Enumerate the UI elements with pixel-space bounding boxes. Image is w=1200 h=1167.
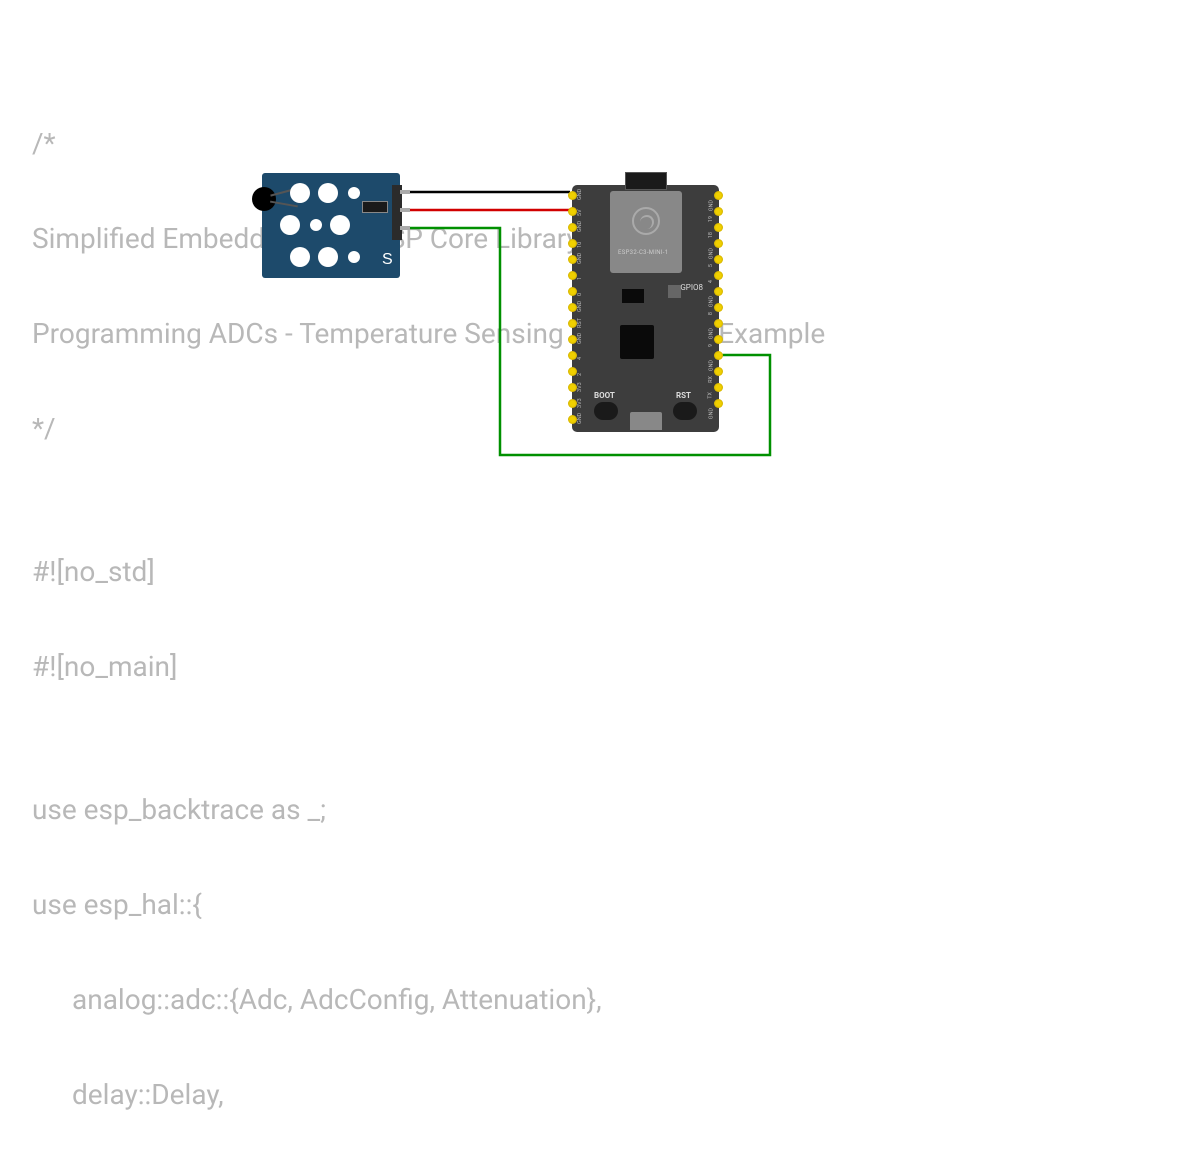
pin-label: GND [577,333,583,344]
pin-label: 8 [708,312,714,315]
code-line: use esp_backtrace as _; [32,786,825,834]
code-line: delay::Delay, [32,1071,825,1119]
header-pin-right [714,351,723,360]
header-pin-left [568,223,577,232]
code-line: #![no_std] [32,548,825,596]
pin-label: 10 [577,242,583,248]
header-pin-right [714,255,723,264]
code-line: /* [32,120,825,168]
mounting-hole [290,247,310,267]
pin-label: 1 [577,277,583,280]
esp-usb-chip [620,325,654,359]
rst-label: RST [676,391,691,400]
sensor-s-label: S [382,251,393,269]
sensor-pin-vcc [400,208,410,212]
pin-label: GND [577,301,583,312]
pin-label: 9 [708,344,714,347]
esp-antenna [625,172,667,190]
pin-label: 5 [708,264,714,267]
pin-label: RST [577,318,583,328]
header-pin-left [568,287,577,296]
esp-model-label: ESP32-C3-MINI-1 [618,249,668,256]
reset-button[interactable] [673,402,697,420]
mounting-hole [348,251,360,263]
header-pin-left [568,415,577,424]
pin-label: GND [577,221,583,232]
pin-label: GND [577,253,583,264]
pin-label: GND [708,408,714,419]
header-pin-left [568,383,577,392]
header-pin-right [714,191,723,200]
esp-regulator-chip [622,289,644,303]
header-pin-right [714,367,723,376]
pin-label: 4 [577,357,583,360]
pin-label: 2 [577,373,583,376]
pin-label: GND [577,189,583,200]
pin-label: GND [708,200,714,211]
boot-label: BOOT [594,391,615,400]
header-pin-right [714,207,723,216]
code-line: #![no_main] [32,643,825,691]
pin-label: 19 [708,216,714,222]
esp32-c3-devkit: ESP32-C3-MINI-1 GPIO8 BOOT RST GND 5V GND 1… [572,185,719,432]
header-pin-left [568,207,577,216]
header-pin-right [714,335,723,344]
micro-usb-port [630,412,662,430]
pin-label: 0 [577,293,583,296]
pin-label: 18 [708,232,714,238]
sensor-pin-signal [400,226,410,230]
header-pin-left [568,319,577,328]
pin-label: 4 [708,280,714,283]
boot-button[interactable] [594,402,618,420]
pin-label: GND [708,296,714,307]
pin-label: GND [708,360,714,371]
mounting-hole [310,219,322,231]
mounting-hole [348,187,360,199]
header-pin-left [568,399,577,408]
pin-label: RX [708,376,714,383]
header-pin-left [568,191,577,200]
header-pin-left [568,303,577,312]
header-pin-right [714,303,723,312]
pin-label: GND [708,248,714,259]
header-pin-left [568,255,577,264]
header-pin-right [714,287,723,296]
pin-label: GND [708,328,714,339]
header-pin-right [714,399,723,408]
mounting-hole [330,215,350,235]
header-pin-right [714,271,723,280]
header-pin-right [714,239,723,248]
pin-label: GND [577,413,583,424]
header-pin-left [568,367,577,376]
header-pin-right [714,383,723,392]
ntc-sensor-module: S [262,173,400,278]
sensor-resistor [362,201,388,213]
code-line: analog::adc::{Adc, AdcConfig, Attenuatio… [32,976,825,1024]
mounting-hole [318,183,338,203]
header-pin-left [568,351,577,360]
header-pin-left [568,271,577,280]
gpio8-label: GPIO8 [680,283,703,292]
header-pin-left [568,239,577,248]
header-pin-left [568,335,577,344]
espressif-logo-icon [632,207,660,235]
pin-label: 5V [577,209,583,216]
mounting-hole [318,247,338,267]
pin-label: 3V3 [577,382,583,392]
mounting-hole [280,215,300,235]
thermistor-icon [252,187,276,211]
esp-rf-shield: ESP32-C3-MINI-1 [610,191,682,273]
pin-label: TX [708,392,714,399]
header-pin-right [714,319,723,328]
sensor-pin-gnd [400,190,410,194]
code-line: use esp_hal::{ [32,881,825,929]
header-pin-right [714,223,723,232]
pin-label: 3V3 [577,398,583,408]
mounting-hole [290,183,310,203]
esp-rgb-led [668,285,681,298]
